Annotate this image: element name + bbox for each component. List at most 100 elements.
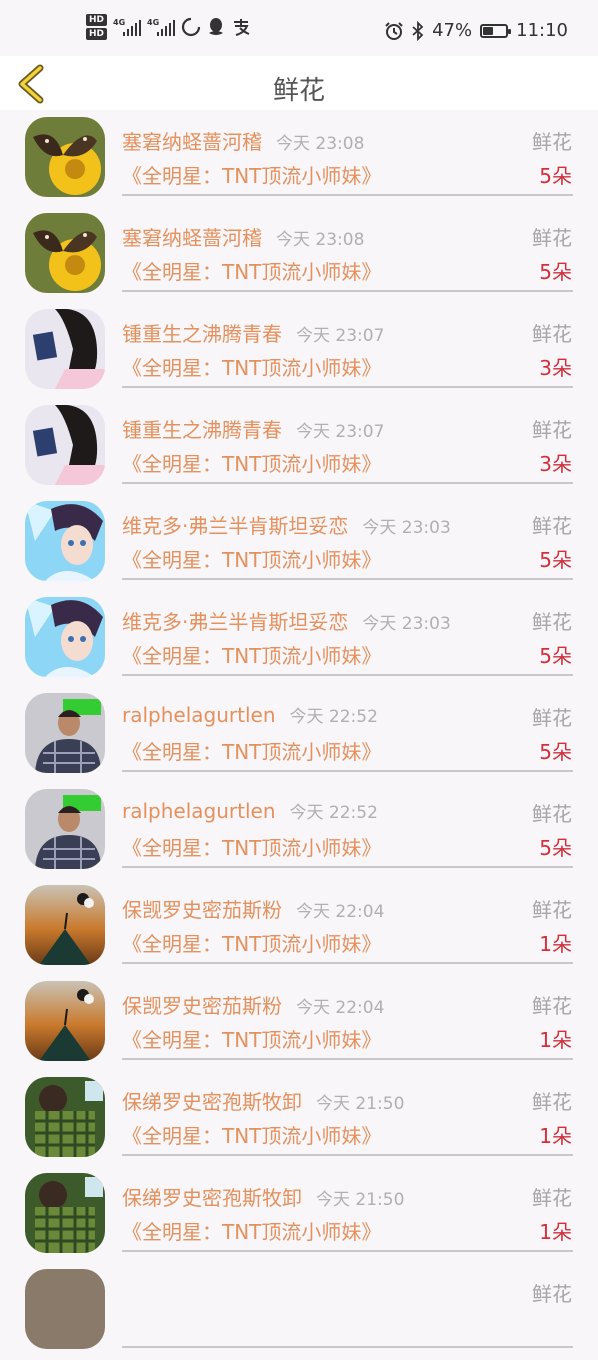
divider (122, 674, 573, 676)
avatar-image (25, 1077, 105, 1157)
username: ralphelagurtlen (122, 799, 276, 823)
avatar[interactable] (25, 597, 105, 677)
avatar[interactable] (25, 213, 105, 293)
network-type-2: 4G (147, 18, 160, 27)
book-title[interactable]: 《全明星：TNT顶流小师妹》 (122, 1024, 381, 1053)
flower-count: 3朵 (539, 356, 572, 380)
username: 保觊罗史密茄斯粉 (122, 898, 282, 922)
avatar[interactable] (25, 1269, 105, 1349)
book-title[interactable]: 《全明星：TNT顶流小师妹》 (122, 448, 381, 477)
flower-count: 1朵 (539, 932, 572, 956)
avatar-image (25, 213, 105, 293)
sender-name: 锺重生之沸腾青春 今天 23:07 (122, 414, 384, 443)
sender-name: 保觊罗史密茄斯粉 今天 22:04 (122, 894, 384, 923)
sender-name: 保绨罗史密孢斯牧卸 今天 21:50 (122, 1182, 404, 1211)
sender-name: 塞窘纳蛏蔷河稽 今天 23:08 (122, 126, 364, 155)
book-title[interactable]: 《全明星：TNT顶流小师妹》 (122, 1216, 381, 1245)
gift-type: 鲜花 (532, 1186, 572, 1210)
gift-type: 鲜花 (532, 706, 572, 730)
avatar-image (25, 789, 105, 869)
flower-count: 3朵 (539, 452, 572, 476)
avatar[interactable] (25, 789, 105, 869)
divider (122, 1250, 573, 1252)
flower-count: 5朵 (539, 836, 572, 860)
book-title[interactable]: 《全明星：TNT顶流小师妹》 (122, 640, 381, 669)
hd-indicators: HD HD (86, 14, 108, 40)
timestamp: 今天 23:08 (276, 134, 365, 154)
avatar-image (25, 405, 105, 485)
avatar[interactable] (25, 885, 105, 965)
avatar[interactable] (25, 981, 105, 1061)
network-type-1: 4G (113, 18, 126, 27)
list-item[interactable]: 锺重生之沸腾青春 今天 23:07 鲜花 《全明星：TNT顶流小师妹》 3朵 (0, 304, 598, 400)
gift-type: 鲜花 (532, 1090, 572, 1114)
book-title[interactable]: 《全明星：TNT顶流小师妹》 (122, 832, 381, 861)
divider (122, 1058, 573, 1060)
timestamp: 今天 23:03 (362, 614, 451, 634)
sender-name: 锺重生之沸腾青春 今天 23:07 (122, 318, 384, 347)
username: 保绨罗史密孢斯牧卸 (122, 1090, 302, 1114)
timestamp: 今天 21:50 (316, 1094, 405, 1114)
timestamp: 今天 23:07 (296, 422, 385, 442)
list-item[interactable]: 保绨罗史密孢斯牧卸 今天 21:50 鲜花 《全明星：TNT顶流小师妹》 1朵 (0, 1168, 598, 1264)
divider (122, 866, 573, 868)
avatar-image (25, 117, 105, 197)
book-title[interactable]: 《全明星：TNT顶流小师妹》 (122, 256, 381, 285)
gift-type: 鲜花 (532, 130, 572, 154)
book-title[interactable]: 《全明星：TNT顶流小师妹》 (122, 1120, 381, 1149)
list-item[interactable]: 锺重生之沸腾青春 今天 23:07 鲜花 《全明星：TNT顶流小师妹》 3朵 (0, 400, 598, 496)
username: 维克多·弗兰半肯斯坦妥恋 (122, 610, 349, 634)
avatar[interactable] (25, 1173, 105, 1253)
avatar[interactable] (25, 693, 105, 773)
avatar[interactable] (25, 1077, 105, 1157)
list-item[interactable]: ralphelagurtlen 今天 22:52 鲜花 《全明星：TNT顶流小师妹… (0, 688, 598, 784)
list-item[interactable]: 塞窘纳蛏蔷河稽 今天 23:08 鲜花 《全明星：TNT顶流小师妹》 5朵 (0, 112, 598, 208)
sender-name: 塞窘纳蛏蔷河稽 今天 23:08 (122, 222, 364, 251)
avatar-image (25, 693, 105, 773)
avatar[interactable] (25, 405, 105, 485)
list-item[interactable]: 维克多·弗兰半肯斯坦妥恋 今天 23:03 鲜花 《全明星：TNT顶流小师妹》 5… (0, 496, 598, 592)
gift-type: 鲜花 (532, 514, 572, 538)
list-item[interactable]: 保绨罗史密孢斯牧卸 今天 21:50 鲜花 《全明星：TNT顶流小师妹》 1朵 (0, 1072, 598, 1168)
alarm-icon (385, 21, 403, 40)
timestamp: 今天 21:50 (316, 1190, 405, 1210)
list-item[interactable]: 鲜花 (0, 1264, 598, 1360)
username: 塞窘纳蛏蔷河稽 (122, 226, 262, 250)
divider (122, 962, 573, 964)
avatar-image (25, 597, 105, 677)
flower-count: 5朵 (539, 644, 572, 668)
divider (122, 386, 573, 388)
avatar[interactable] (25, 501, 105, 581)
avatar-image (25, 501, 105, 581)
list-item[interactable]: 维克多·弗兰半肯斯坦妥恋 今天 23:03 鲜花 《全明星：TNT顶流小师妹》 5… (0, 592, 598, 688)
timestamp: 今天 22:52 (289, 707, 378, 727)
list-item[interactable]: 保觊罗史密茄斯粉 今天 22:04 鲜花 《全明星：TNT顶流小师妹》 1朵 (0, 880, 598, 976)
signal-icon-2: 4G (147, 18, 176, 36)
divider (122, 194, 573, 196)
status-bar-right: 47% 11:10 (384, 20, 568, 41)
book-title[interactable]: 《全明星：TNT顶流小师妹》 (122, 160, 381, 189)
timestamp: 今天 23:03 (362, 518, 451, 538)
timestamp: 今天 23:07 (296, 326, 385, 346)
signal-icon-1: 4G (113, 18, 142, 36)
avatar[interactable] (25, 309, 105, 389)
sender-name: ralphelagurtlen 今天 22:52 (122, 798, 378, 823)
sender-name (122, 1278, 136, 1302)
list-item[interactable]: 塞窘纳蛏蔷河稽 今天 23:08 鲜花 《全明星：TNT顶流小师妹》 5朵 (0, 208, 598, 304)
flower-count: 5朵 (539, 260, 572, 284)
book-title[interactable]: 《全明星：TNT顶流小师妹》 (122, 544, 381, 573)
sender-name: 维克多·弗兰半肯斯坦妥恋 今天 23:03 (122, 606, 451, 635)
gift-type: 鲜花 (532, 418, 572, 442)
username: 维克多·弗兰半肯斯坦妥恋 (122, 514, 349, 538)
nav-bar: 鲜花 (0, 56, 598, 110)
list-item[interactable]: 保觊罗史密茄斯粉 今天 22:04 鲜花 《全明星：TNT顶流小师妹》 1朵 (0, 976, 598, 1072)
divider (122, 290, 573, 292)
list-item[interactable]: ralphelagurtlen 今天 22:52 鲜花 《全明星：TNT顶流小师妹… (0, 784, 598, 880)
book-title[interactable]: 《全明星：TNT顶流小师妹》 (122, 352, 381, 381)
avatar[interactable] (25, 117, 105, 197)
username: 塞窘纳蛏蔷河稽 (122, 130, 262, 154)
book-title[interactable]: 《全明星：TNT顶流小师妹》 (122, 736, 381, 765)
hd-indicator-1: HD (86, 14, 108, 26)
divider (122, 482, 573, 484)
book-title[interactable]: 《全明星：TNT顶流小师妹》 (122, 928, 381, 957)
